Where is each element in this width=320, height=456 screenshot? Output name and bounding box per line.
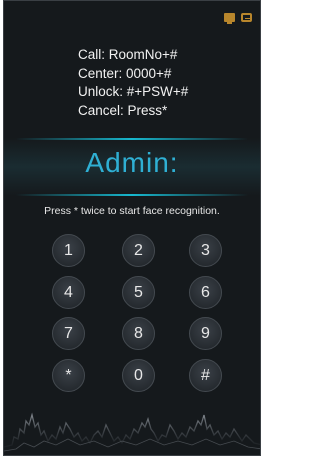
key-7[interactable]: 7 bbox=[52, 317, 85, 350]
divider-bottom bbox=[16, 194, 248, 196]
city-skyline-decoration bbox=[4, 412, 260, 452]
key-4[interactable]: 4 bbox=[52, 276, 85, 309]
instruction-center: Center: 0000+# bbox=[78, 65, 172, 81]
key-3[interactable]: 3 bbox=[189, 234, 222, 267]
monitor-icon bbox=[224, 13, 235, 24]
instructions: Call: RoomNo+# Center: 0000+# Unlock: #+… bbox=[78, 46, 188, 120]
key-5[interactable]: 5 bbox=[122, 276, 155, 309]
key-6[interactable]: 6 bbox=[189, 276, 222, 309]
key-9[interactable]: 9 bbox=[189, 317, 222, 350]
intercom-screen: Call: RoomNo+# Center: 0000+# Unlock: #+… bbox=[3, 0, 261, 456]
key-8[interactable]: 8 bbox=[122, 317, 155, 350]
input-prompt: Admin: bbox=[85, 147, 179, 178]
door-phone-icon bbox=[241, 13, 252, 22]
instruction-unlock: Unlock: #+PSW+# bbox=[78, 84, 189, 99]
divider-top bbox=[16, 138, 248, 140]
face-recognition-hint: Press * twice to start face recognition. bbox=[44, 205, 220, 217]
instruction-call: Call: RoomNo+# bbox=[78, 47, 178, 62]
instruction-cancel: Cancel: Press* bbox=[78, 102, 168, 118]
status-bar bbox=[224, 13, 252, 24]
key-2[interactable]: 2 bbox=[122, 234, 155, 267]
key-1[interactable]: 1 bbox=[52, 234, 85, 267]
